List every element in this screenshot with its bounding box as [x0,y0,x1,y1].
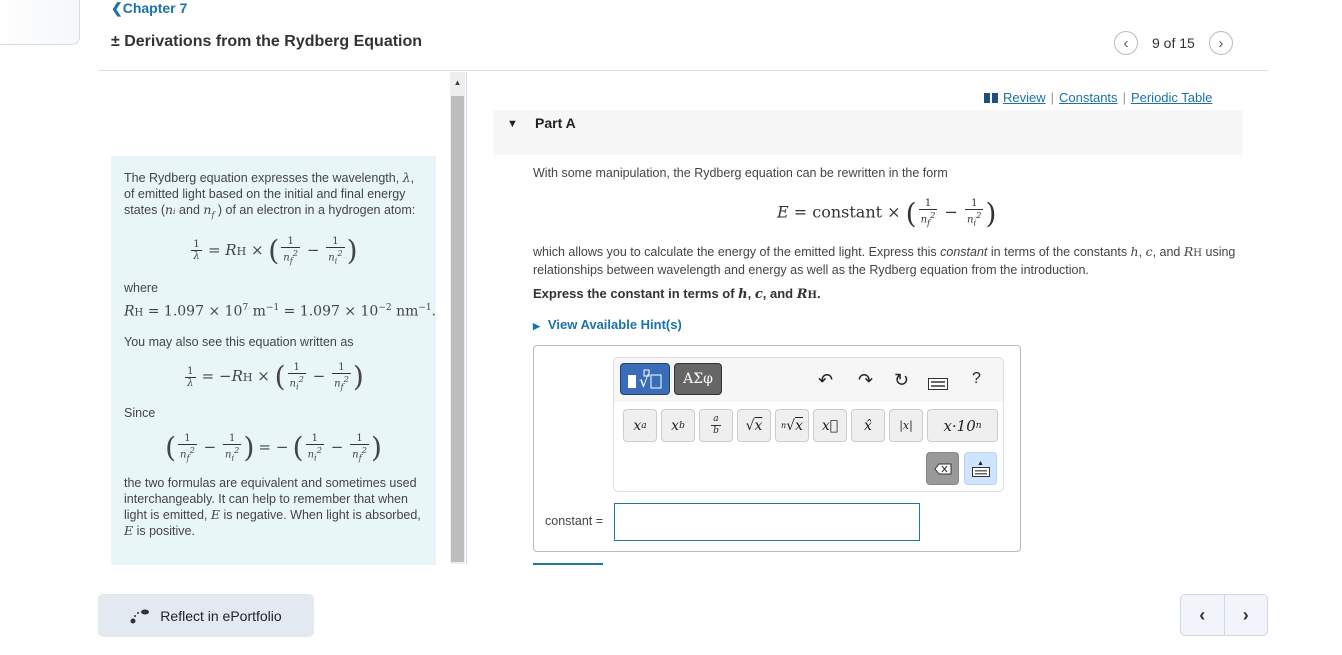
constants-link[interactable]: Constants [1059,90,1118,105]
pager-text: 9 of 15 [1152,35,1195,51]
reset-icon[interactable]: ↻ [894,370,909,391]
square-root-key[interactable]: √ x [737,409,771,442]
page-title: ± Derivations from the Rydberg Equation [111,33,423,50]
previous-item-button[interactable]: ‹ [1114,31,1138,55]
chevron-left-icon: ‹ [1123,34,1129,52]
absolute-value-key[interactable]: |x| [889,409,923,442]
undo-icon[interactable]: ↶ [818,370,833,391]
part-label[interactable]: Part A [535,115,576,131]
chevron-left-icon: ‹ [1199,604,1206,625]
help-icon[interactable]: ? [972,370,981,388]
chevron-right-icon: › [1218,34,1224,52]
scrollbar-thumb[interactable] [451,96,464,562]
part-a-header[interactable]: ▼ Part A [493,110,1243,155]
scroll-up-arrow-icon[interactable]: ▲ [450,72,465,92]
subscript-key[interactable]: xb [661,409,695,442]
intro-paragraph: The Rydberg equation expresses the wavel… [124,170,416,220]
previous-page-button[interactable]: ‹ [1181,595,1224,635]
submit-button-edge[interactable] [533,563,603,565]
alternate-form-paragraph: You may also see this equation written a… [124,335,354,350]
rh-value: RH = 1.097 × 107 m−1 = 1.097 × 10−2 nm−1… [124,302,437,320]
vector-key[interactable]: x⃗ [813,409,847,442]
fraction-key[interactable]: ab [699,409,733,442]
question-text: which allows you to calculate the energy… [533,244,1236,277]
greek-symbols-button[interactable]: ΑΣφ [674,363,722,395]
caret-down-icon[interactable]: ▼ [507,118,518,130]
backspace-button[interactable] [926,452,959,485]
nth-root-key[interactable]: n √ x [775,409,809,442]
caret-right-icon: ▶ [533,321,540,331]
pane-divider [466,72,467,564]
keyboard-icon [971,467,990,477]
keyboard-icon[interactable] [928,374,948,395]
unit-vector-key[interactable]: x̂ [851,409,885,442]
next-page-button[interactable]: › [1223,595,1268,635]
book-icon [984,92,998,103]
periodic-table-link[interactable]: Periodic Table [1131,90,1212,105]
constant-answer-input[interactable] [614,503,920,541]
reflect-in-eportfolio-button[interactable]: Reflect in ePortfolio [98,594,314,637]
view-hints-link[interactable]: ▶ View Available Hint(s) [533,317,682,332]
intro-panel: The Rydberg equation expresses the wavel… [111,156,436,565]
redo-icon[interactable]: ↷ [858,370,873,391]
review-link[interactable]: Review [1003,90,1046,105]
question-instruction: Express the constant in terms of h, c, a… [533,286,821,302]
energy-equation: E = constant × (1 nf2 − 1 ni2) [777,197,997,230]
show-keyboard-button[interactable]: ▲ [964,452,997,485]
bottom-pager: ‹ › [1180,594,1268,636]
since-label: Since [124,405,156,420]
superscript-key[interactable]: xa [623,409,657,442]
intro-scrollbar[interactable]: ▲ [450,72,465,564]
rydberg-equation: 1λ = RH × (1 nf2 − 1 ni2) [191,233,358,267]
conclusion-paragraph: the two formulas are equivalent and some… [124,476,421,539]
answer-label: constant = [545,514,604,528]
caret-up-icon: ▲ [977,460,984,467]
question-intro: With some manipulation, the Rydberg equa… [533,166,948,180]
templates-button[interactable]: √ [620,363,670,395]
pager: ‹ 9 of 15 › [1114,30,1233,56]
equivalence-equation: (1 nf2 − 1 ni2) = − (1 ni2 − 1 nf2) [165,430,382,464]
chapter-back-link[interactable]: ❮Chapter 7 [111,0,187,17]
chevron-left-icon: ❮ [111,0,123,16]
header-divider [98,70,1268,71]
next-item-button[interactable]: › [1208,31,1233,55]
side-panel-tab[interactable] [0,0,80,45]
rydberg-equation-alternate: 1λ = −RH × (1 ni2 − 1 nf2) [185,360,364,394]
eportfolio-icon [130,609,150,623]
where-label: where [124,280,159,295]
templates-icon: √ [628,369,662,390]
backspace-icon [933,463,951,474]
resource-links: Review | Constants | Periodic Table [984,90,1212,105]
scientific-notation-key[interactable]: x·10 n [927,409,998,442]
math-toolbar: √ ΑΣφ ↶ ↷ ↻ ? xa xb ab √ x n √ x x⃗ x̂ |x| … [613,357,1004,492]
chevron-right-icon: › [1242,604,1249,625]
